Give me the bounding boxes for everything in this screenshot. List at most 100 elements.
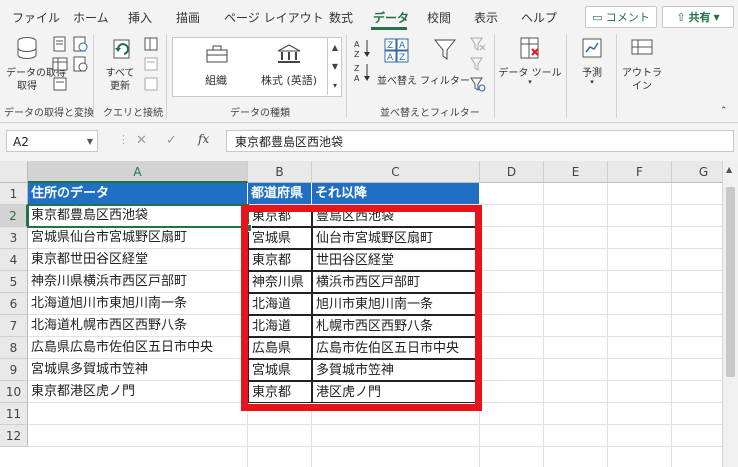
cell-a10[interactable]: 東京都港区虎ノ門 xyxy=(28,381,248,403)
forecast-button[interactable]: 予測 ▾ xyxy=(572,34,612,100)
chevron-down-icon: ▼ xyxy=(86,137,93,146)
cell-b4[interactable]: 東京都 xyxy=(248,249,312,271)
tab-insert[interactable]: 挿入 xyxy=(128,9,152,26)
column-header-b[interactable]: B xyxy=(248,161,312,183)
cell-b6[interactable]: 北海道 xyxy=(248,293,312,315)
tab-file[interactable]: ファイル xyxy=(12,9,60,26)
name-box[interactable]: A2 ▼ xyxy=(6,130,98,152)
properties-icon[interactable] xyxy=(143,56,159,72)
insert-function-icon[interactable]: fx xyxy=(198,132,209,146)
cell-a4[interactable]: 東京都世田谷区経堂 xyxy=(28,249,248,271)
fill-handle[interactable] xyxy=(244,224,252,232)
cell-c9[interactable]: 多賀城市笠神 xyxy=(312,359,480,381)
cell-b2[interactable]: 東京都 xyxy=(248,205,312,227)
column-header-e[interactable]: E xyxy=(544,161,608,183)
sort-ascending-icon[interactable]: AZ xyxy=(354,38,372,58)
data-type-organization[interactable]: 組織 xyxy=(181,42,251,92)
cell-c10[interactable]: 港区虎ノ門 xyxy=(312,381,480,403)
queries-connections-icon[interactable] xyxy=(143,36,159,52)
tab-view[interactable]: 表示 xyxy=(474,9,498,26)
from-table-icon[interactable] xyxy=(52,56,68,72)
cell-a2[interactable]: 東京都豊島区西池袋 xyxy=(28,205,248,227)
refresh-all-button[interactable]: すべて 更新 xyxy=(100,34,140,100)
cell-b5[interactable]: 神奈川県 xyxy=(248,271,312,293)
tab-draw[interactable]: 描画 xyxy=(176,9,200,26)
row-header-2[interactable]: 2 xyxy=(0,205,28,227)
row-header-1[interactable]: 1 xyxy=(0,183,28,205)
column-header-f[interactable]: F xyxy=(608,161,672,183)
gallery-expand[interactable]: ▾ xyxy=(327,76,342,95)
svg-text:Z: Z xyxy=(354,50,360,58)
spreadsheet-grid[interactable]: A B C D E F G 1 2 3 4 5 6 7 8 9 10 11 12… xyxy=(0,161,738,467)
tab-page-layout[interactable]: ページ レイアウト xyxy=(224,9,324,26)
row-header-9[interactable]: 9 xyxy=(0,359,28,381)
tab-data[interactable]: データ xyxy=(373,9,409,26)
tab-review[interactable]: 校閲 xyxy=(427,9,451,26)
row-header-7[interactable]: 7 xyxy=(0,315,28,337)
cell-c7[interactable]: 札幌市西区西野八条 xyxy=(312,315,480,337)
row-header-8[interactable]: 8 xyxy=(0,337,28,359)
cell-b8[interactable]: 広島県 xyxy=(248,337,312,359)
row-header-11[interactable]: 11 xyxy=(0,403,28,425)
row-header-6[interactable]: 6 xyxy=(0,293,28,315)
cell-b3[interactable]: 宮城県 xyxy=(248,227,312,249)
existing-connections-icon[interactable] xyxy=(52,76,68,92)
cell-b7[interactable]: 北海道 xyxy=(248,315,312,337)
from-web-icon[interactable] xyxy=(72,36,88,52)
sort-descending-icon[interactable]: ZA xyxy=(354,62,372,82)
header-cell-rest[interactable]: それ以降 xyxy=(312,183,480,205)
outline-button[interactable]: アウトラ イン xyxy=(620,34,664,100)
scroll-up-icon[interactable]: ▲ xyxy=(726,165,732,174)
cell-b10[interactable]: 東京都 xyxy=(248,381,312,403)
header-cell-prefecture[interactable]: 都道府県 xyxy=(248,183,312,205)
comment-button[interactable]: ▭ コメント xyxy=(585,6,657,28)
enter-icon[interactable]: ✓ xyxy=(166,133,177,148)
collapse-ribbon-button[interactable]: ⌃ xyxy=(720,106,728,116)
data-tools-button[interactable]: データ ツール ▾ xyxy=(498,34,562,100)
select-all-corner[interactable] xyxy=(0,161,28,183)
cell-a5[interactable]: 神奈川県横浜市西区戸部町 xyxy=(28,271,248,293)
row-header-12[interactable]: 12 xyxy=(0,425,28,447)
column-header-c[interactable]: C xyxy=(312,161,480,183)
get-data-button[interactable]: データの取得 取得 xyxy=(6,34,66,100)
edit-links-icon[interactable] xyxy=(143,76,159,92)
row-header-4[interactable]: 4 xyxy=(0,249,28,271)
column-header-d[interactable]: D xyxy=(480,161,544,183)
reapply-icon[interactable] xyxy=(470,56,486,72)
recent-sources-icon[interactable] xyxy=(72,56,88,72)
cell-c3[interactable]: 仙台市宮城野区扇町 xyxy=(312,227,480,249)
column-header-a[interactable]: A xyxy=(28,161,248,183)
cell-a3[interactable]: 宮城県仙台市宮城野区扇町 xyxy=(28,227,248,249)
scrollbar-thumb[interactable] xyxy=(726,187,735,377)
gallery-scroll-down[interactable]: ▼ xyxy=(327,57,342,76)
tab-formulas[interactable]: 数式 xyxy=(329,9,353,26)
tab-home[interactable]: ホーム xyxy=(73,9,109,26)
tab-help[interactable]: ヘルプ xyxy=(521,9,557,26)
cell-c5[interactable]: 横浜市西区戸部町 xyxy=(312,271,480,293)
sort-button[interactable]: Z A A Z 並べ替え xyxy=(376,34,418,100)
row-header-3[interactable]: 3 xyxy=(0,227,28,249)
cell-a7[interactable]: 北海道札幌市西区西野八条 xyxy=(28,315,248,337)
cell-a9[interactable]: 宮城県多賀城市笠神 xyxy=(28,359,248,381)
formula-input[interactable]: 東京都豊島区西池袋 xyxy=(226,130,734,152)
clear-filter-icon[interactable] xyxy=(470,36,486,52)
gallery-scroll-up[interactable]: ▲ xyxy=(327,38,342,57)
filter-button[interactable]: フィルター xyxy=(420,34,470,100)
header-cell-address[interactable]: 住所のデータ xyxy=(28,183,248,205)
from-text-icon[interactable] xyxy=(52,36,68,52)
data-types-gallery[interactable]: 組織 株式 (英語) ▲ ▼ ▾ xyxy=(172,37,342,97)
row-header-5[interactable]: 5 xyxy=(0,271,28,293)
cell-c6[interactable]: 旭川市東旭川南一条 xyxy=(312,293,480,315)
data-type-stocks[interactable]: 株式 (英語) xyxy=(253,42,325,92)
cell-b9[interactable]: 宮城県 xyxy=(248,359,312,381)
share-button[interactable]: ⇧ 共有 ▼ xyxy=(662,6,734,28)
cell-a6[interactable]: 北海道旭川市東旭川南一条 xyxy=(28,293,248,315)
cancel-icon[interactable]: ✕ xyxy=(136,133,147,148)
cell-c8[interactable]: 広島市佐伯区五日市中央 xyxy=(312,337,480,359)
row-header-10[interactable]: 10 xyxy=(0,381,28,403)
advanced-filter-icon[interactable] xyxy=(470,76,486,92)
vertical-scrollbar[interactable]: ▲ xyxy=(722,161,738,467)
cell-c4[interactable]: 世田谷区経堂 xyxy=(312,249,480,271)
cell-a8[interactable]: 広島県広島市佐伯区五日市中央 xyxy=(28,337,248,359)
cell-c2[interactable]: 豊島区西池袋 xyxy=(312,205,480,227)
